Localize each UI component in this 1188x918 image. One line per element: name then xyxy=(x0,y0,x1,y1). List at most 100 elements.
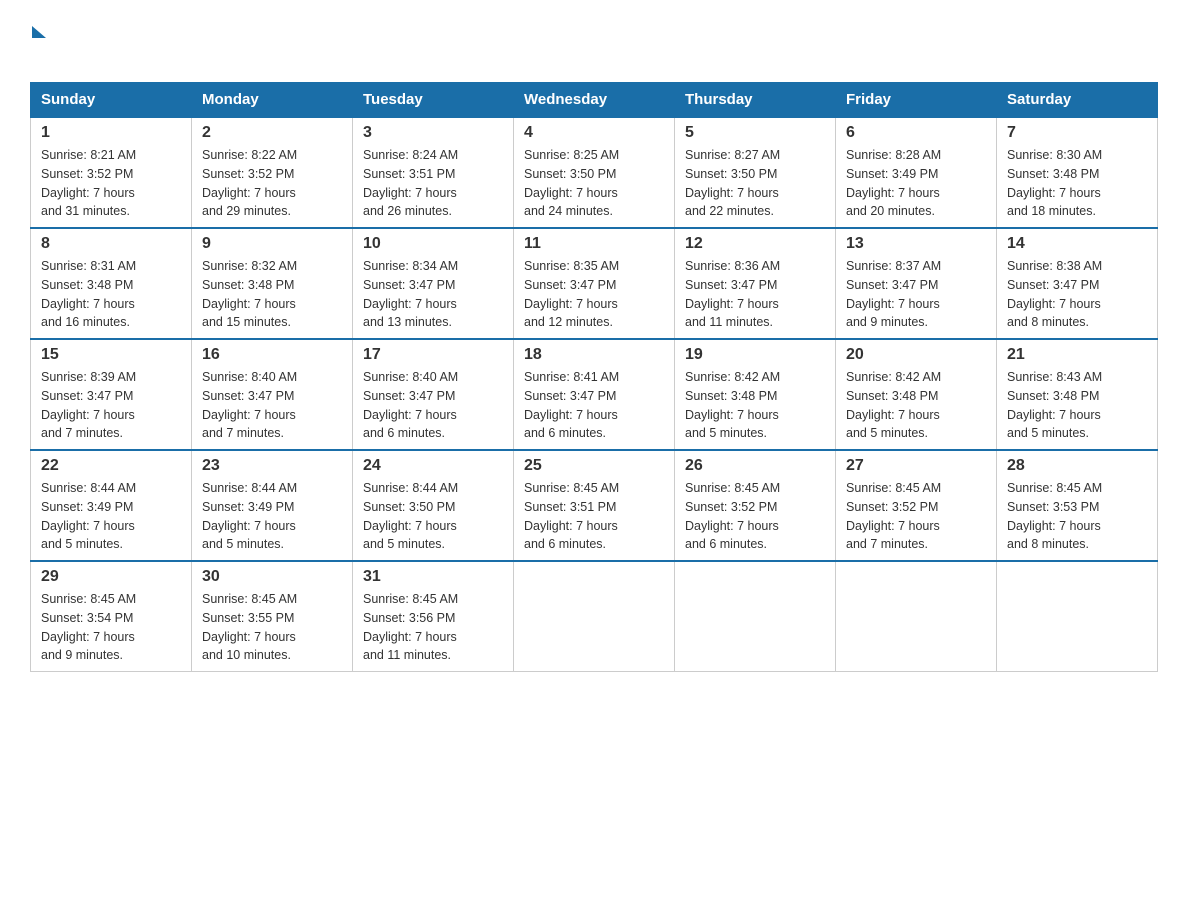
day-cell: 8 Sunrise: 8:31 AM Sunset: 3:48 PM Dayli… xyxy=(31,228,192,339)
day-cell: 11 Sunrise: 8:35 AM Sunset: 3:47 PM Dayl… xyxy=(514,228,675,339)
day-info: Sunrise: 8:36 AM Sunset: 3:47 PM Dayligh… xyxy=(685,257,825,332)
day-info: Sunrise: 8:41 AM Sunset: 3:47 PM Dayligh… xyxy=(524,368,664,443)
day-info: Sunrise: 8:45 AM Sunset: 3:56 PM Dayligh… xyxy=(363,590,503,665)
day-number: 22 xyxy=(41,457,181,475)
day-cell: 31 Sunrise: 8:45 AM Sunset: 3:56 PM Dayl… xyxy=(353,561,514,672)
day-cell: 28 Sunrise: 8:45 AM Sunset: 3:53 PM Dayl… xyxy=(997,450,1158,561)
day-number: 31 xyxy=(363,568,503,586)
day-cell: 22 Sunrise: 8:44 AM Sunset: 3:49 PM Dayl… xyxy=(31,450,192,561)
day-number: 20 xyxy=(846,346,986,364)
day-number: 6 xyxy=(846,124,986,142)
day-info: Sunrise: 8:40 AM Sunset: 3:47 PM Dayligh… xyxy=(202,368,342,443)
day-cell xyxy=(675,561,836,672)
day-cell: 17 Sunrise: 8:40 AM Sunset: 3:47 PM Dayl… xyxy=(353,339,514,450)
day-cell: 15 Sunrise: 8:39 AM Sunset: 3:47 PM Dayl… xyxy=(31,339,192,450)
day-number: 25 xyxy=(524,457,664,475)
day-cell: 9 Sunrise: 8:32 AM Sunset: 3:48 PM Dayli… xyxy=(192,228,353,339)
calendar-table: SundayMondayTuesdayWednesdayThursdayFrid… xyxy=(30,82,1158,672)
day-cell xyxy=(514,561,675,672)
day-cell: 14 Sunrise: 8:38 AM Sunset: 3:47 PM Dayl… xyxy=(997,228,1158,339)
day-cell: 4 Sunrise: 8:25 AM Sunset: 3:50 PM Dayli… xyxy=(514,117,675,228)
day-cell: 18 Sunrise: 8:41 AM Sunset: 3:47 PM Dayl… xyxy=(514,339,675,450)
day-info: Sunrise: 8:45 AM Sunset: 3:51 PM Dayligh… xyxy=(524,479,664,554)
day-number: 7 xyxy=(1007,124,1147,142)
day-cell: 3 Sunrise: 8:24 AM Sunset: 3:51 PM Dayli… xyxy=(353,117,514,228)
header-monday: Monday xyxy=(192,83,353,118)
day-cell: 2 Sunrise: 8:22 AM Sunset: 3:52 PM Dayli… xyxy=(192,117,353,228)
day-cell: 10 Sunrise: 8:34 AM Sunset: 3:47 PM Dayl… xyxy=(353,228,514,339)
day-number: 8 xyxy=(41,235,181,253)
day-info: Sunrise: 8:45 AM Sunset: 3:54 PM Dayligh… xyxy=(41,590,181,665)
day-info: Sunrise: 8:25 AM Sunset: 3:50 PM Dayligh… xyxy=(524,146,664,221)
day-info: Sunrise: 8:35 AM Sunset: 3:47 PM Dayligh… xyxy=(524,257,664,332)
day-number: 19 xyxy=(685,346,825,364)
logo xyxy=(30,24,46,64)
day-info: Sunrise: 8:28 AM Sunset: 3:49 PM Dayligh… xyxy=(846,146,986,221)
day-number: 18 xyxy=(524,346,664,364)
day-info: Sunrise: 8:40 AM Sunset: 3:47 PM Dayligh… xyxy=(363,368,503,443)
day-number: 26 xyxy=(685,457,825,475)
day-number: 4 xyxy=(524,124,664,142)
day-cell: 27 Sunrise: 8:45 AM Sunset: 3:52 PM Dayl… xyxy=(836,450,997,561)
day-info: Sunrise: 8:45 AM Sunset: 3:52 PM Dayligh… xyxy=(685,479,825,554)
header-tuesday: Tuesday xyxy=(353,83,514,118)
day-info: Sunrise: 8:44 AM Sunset: 3:50 PM Dayligh… xyxy=(363,479,503,554)
day-cell: 23 Sunrise: 8:44 AM Sunset: 3:49 PM Dayl… xyxy=(192,450,353,561)
day-number: 2 xyxy=(202,124,342,142)
logo-text xyxy=(30,24,46,38)
day-cell: 24 Sunrise: 8:44 AM Sunset: 3:50 PM Dayl… xyxy=(353,450,514,561)
day-cell: 30 Sunrise: 8:45 AM Sunset: 3:55 PM Dayl… xyxy=(192,561,353,672)
day-number: 10 xyxy=(363,235,503,253)
header-saturday: Saturday xyxy=(997,83,1158,118)
day-info: Sunrise: 8:43 AM Sunset: 3:48 PM Dayligh… xyxy=(1007,368,1147,443)
day-cell: 21 Sunrise: 8:43 AM Sunset: 3:48 PM Dayl… xyxy=(997,339,1158,450)
calendar-header-row: SundayMondayTuesdayWednesdayThursdayFrid… xyxy=(31,83,1158,118)
day-number: 30 xyxy=(202,568,342,586)
day-info: Sunrise: 8:45 AM Sunset: 3:55 PM Dayligh… xyxy=(202,590,342,665)
day-number: 1 xyxy=(41,124,181,142)
day-info: Sunrise: 8:21 AM Sunset: 3:52 PM Dayligh… xyxy=(41,146,181,221)
day-info: Sunrise: 8:45 AM Sunset: 3:53 PM Dayligh… xyxy=(1007,479,1147,554)
day-number: 24 xyxy=(363,457,503,475)
day-cell: 20 Sunrise: 8:42 AM Sunset: 3:48 PM Dayl… xyxy=(836,339,997,450)
day-info: Sunrise: 8:45 AM Sunset: 3:52 PM Dayligh… xyxy=(846,479,986,554)
day-info: Sunrise: 8:42 AM Sunset: 3:48 PM Dayligh… xyxy=(685,368,825,443)
day-cell: 6 Sunrise: 8:28 AM Sunset: 3:49 PM Dayli… xyxy=(836,117,997,228)
day-info: Sunrise: 8:37 AM Sunset: 3:47 PM Dayligh… xyxy=(846,257,986,332)
day-number: 15 xyxy=(41,346,181,364)
day-cell: 12 Sunrise: 8:36 AM Sunset: 3:47 PM Dayl… xyxy=(675,228,836,339)
day-cell: 25 Sunrise: 8:45 AM Sunset: 3:51 PM Dayl… xyxy=(514,450,675,561)
day-cell: 13 Sunrise: 8:37 AM Sunset: 3:47 PM Dayl… xyxy=(836,228,997,339)
day-number: 21 xyxy=(1007,346,1147,364)
day-info: Sunrise: 8:39 AM Sunset: 3:47 PM Dayligh… xyxy=(41,368,181,443)
day-info: Sunrise: 8:30 AM Sunset: 3:48 PM Dayligh… xyxy=(1007,146,1147,221)
day-info: Sunrise: 8:42 AM Sunset: 3:48 PM Dayligh… xyxy=(846,368,986,443)
week-row-4: 22 Sunrise: 8:44 AM Sunset: 3:49 PM Dayl… xyxy=(31,450,1158,561)
header-friday: Friday xyxy=(836,83,997,118)
header-thursday: Thursday xyxy=(675,83,836,118)
day-info: Sunrise: 8:44 AM Sunset: 3:49 PM Dayligh… xyxy=(41,479,181,554)
day-cell: 29 Sunrise: 8:45 AM Sunset: 3:54 PM Dayl… xyxy=(31,561,192,672)
day-number: 3 xyxy=(363,124,503,142)
day-cell xyxy=(836,561,997,672)
day-cell: 26 Sunrise: 8:45 AM Sunset: 3:52 PM Dayl… xyxy=(675,450,836,561)
day-number: 12 xyxy=(685,235,825,253)
day-info: Sunrise: 8:22 AM Sunset: 3:52 PM Dayligh… xyxy=(202,146,342,221)
day-info: Sunrise: 8:44 AM Sunset: 3:49 PM Dayligh… xyxy=(202,479,342,554)
day-cell: 7 Sunrise: 8:30 AM Sunset: 3:48 PM Dayli… xyxy=(997,117,1158,228)
day-number: 9 xyxy=(202,235,342,253)
week-row-2: 8 Sunrise: 8:31 AM Sunset: 3:48 PM Dayli… xyxy=(31,228,1158,339)
week-row-3: 15 Sunrise: 8:39 AM Sunset: 3:47 PM Dayl… xyxy=(31,339,1158,450)
day-number: 14 xyxy=(1007,235,1147,253)
day-number: 11 xyxy=(524,235,664,253)
week-row-1: 1 Sunrise: 8:21 AM Sunset: 3:52 PM Dayli… xyxy=(31,117,1158,228)
day-info: Sunrise: 8:38 AM Sunset: 3:47 PM Dayligh… xyxy=(1007,257,1147,332)
day-info: Sunrise: 8:24 AM Sunset: 3:51 PM Dayligh… xyxy=(363,146,503,221)
day-number: 13 xyxy=(846,235,986,253)
day-number: 16 xyxy=(202,346,342,364)
day-number: 17 xyxy=(363,346,503,364)
page-header xyxy=(30,24,1158,64)
header-sunday: Sunday xyxy=(31,83,192,118)
day-cell: 5 Sunrise: 8:27 AM Sunset: 3:50 PM Dayli… xyxy=(675,117,836,228)
day-cell xyxy=(997,561,1158,672)
